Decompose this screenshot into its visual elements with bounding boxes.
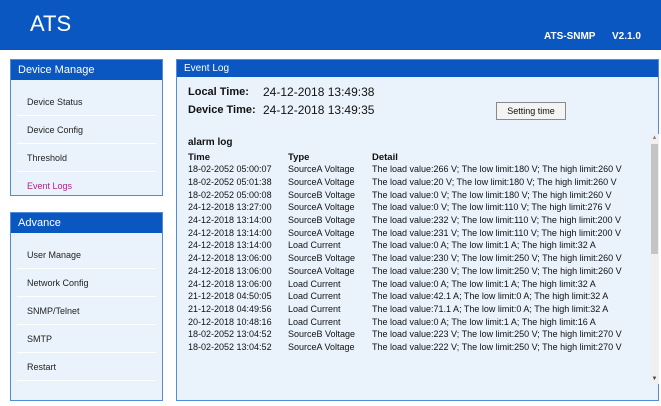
nav-device-config[interactable]: Device Config: [11, 116, 162, 144]
column-header-detail: Detail: [372, 151, 398, 163]
nav-network-config[interactable]: Network Config: [11, 269, 162, 297]
log-time-cell: 18-02-2052 13:04:52: [188, 329, 272, 340]
log-type-cell: SourceA Voltage: [288, 202, 355, 213]
log-time-cell: 24-12-2018 13:14:00: [188, 215, 272, 226]
table-row: 24-12-2018 13:06:00 SourceA Voltage The lo…: [188, 265, 647, 278]
nav-device-status[interactable]: Device Status: [11, 88, 162, 116]
scroll-thumb[interactable]: [651, 144, 658, 254]
log-detail-cell: The load value:222 V; The low limit:250 …: [372, 341, 622, 352]
table-row: 21-12-2018 04:50:05 Load Current The load …: [188, 290, 647, 303]
log-detail-cell: The load value:223 V; The low limit:250 …: [372, 329, 622, 340]
firmware-version: V2.1.0: [612, 31, 641, 42]
table-row: 18-02-2052 05:00:08 SourceB Voltage The lo…: [188, 188, 647, 201]
log-time-cell: 24-12-2018 13:06:00: [188, 265, 272, 276]
log-detail-cell: The load value:231 V; The low limit:110 …: [372, 227, 621, 238]
log-detail-cell: The load value:0 V; The low limit:110 V;…: [372, 202, 611, 213]
log-time-cell: 24-12-2018 13:14:00: [188, 240, 272, 251]
table-row: 24-12-2018 13:14:00 Load Current The load …: [188, 239, 647, 252]
advance-panel: Advance User Manage Network Config SNMP/…: [10, 212, 163, 401]
log-detail-cell: The load value:71.1 A; The low limit:0 A…: [372, 303, 609, 314]
nav-user-manage[interactable]: User Manage: [11, 241, 162, 269]
table-row: 24-12-2018 13:27:00 SourceA Voltage The lo…: [188, 201, 647, 214]
log-detail-cell: The load value:0 A; The low limit:1 A; T…: [372, 278, 596, 289]
log-time-cell: 21-12-2018 04:49:56: [188, 303, 272, 314]
log-type-cell: SourceA Voltage: [288, 227, 355, 238]
log-detail-cell: The load value:42.1 A; The low limit:0 A…: [372, 291, 609, 302]
nav-snmp-telnet[interactable]: SNMP/Telnet: [11, 297, 162, 325]
log-time-cell: 20-12-2018 10:48:16: [188, 316, 272, 327]
log-detail-cell: The load value:230 V; The low limit:250 …: [372, 265, 622, 276]
log-detail-cell: The load value:0 V; The low limit:180 V;…: [372, 189, 612, 200]
model-name: ATS-SNMP: [544, 31, 596, 42]
alarm-log-title: alarm log: [188, 137, 233, 148]
log-detail-cell: The load value:266 V; The low limit:180 …: [372, 164, 622, 175]
advance-header: Advance: [11, 213, 162, 233]
log-time-cell: 24-12-2018 13:06:00: [188, 253, 272, 264]
scroll-up-arrow-icon[interactable]: ▲: [650, 134, 659, 143]
device-manage-header: Device Manage: [11, 60, 162, 80]
log-type-cell: SourceB Voltage: [288, 215, 356, 226]
table-row: 24-12-2018 13:06:00 SourceB Voltage The lo…: [188, 252, 647, 265]
local-time-value: 24-12-2018 13:49:38: [263, 85, 375, 99]
log-time-cell: 18-02-2052 05:00:08: [188, 189, 272, 200]
device-time-value: 24-12-2018 13:49:35: [263, 103, 375, 117]
log-detail-cell: The load value:0 A; The low limit:1 A; T…: [372, 316, 596, 327]
column-header-time: Time: [188, 151, 211, 163]
log-type-cell: Load Current: [288, 316, 341, 327]
column-header-type: Type: [288, 151, 310, 163]
table-row: 24-12-2018 13:06:00 Load Current The load …: [188, 277, 647, 290]
log-time-cell: 18-02-2052 05:00:07: [188, 164, 272, 175]
local-time-label: Local Time:: [188, 86, 249, 98]
table-row: 18-02-2052 05:00:07 SourceA Voltage The lo…: [188, 163, 647, 176]
nav-smtp[interactable]: SMTP: [11, 325, 162, 353]
table-header-row: Time Type Detail: [188, 151, 647, 163]
alarm-log-body: 18-02-2052 05:00:07 SourceA Voltage The lo…: [188, 163, 647, 353]
table-row: 20-12-2018 10:48:16 Load Current The load …: [188, 315, 647, 328]
device-manage-panel: Device Manage Device Status Device Confi…: [10, 59, 163, 200]
log-time-cell: 18-02-2052 13:04:52: [188, 341, 272, 352]
log-detail-cell: The load value:230 V; The low limit:250 …: [372, 253, 622, 264]
log-type-cell: SourceB Voltage: [288, 253, 356, 264]
log-type-cell: SourceB Voltage: [288, 189, 356, 200]
table-row: 18-02-2052 13:04:52 SourceA Voltage The lo…: [188, 341, 647, 354]
device-time-label: Device Time:: [188, 104, 256, 116]
table-row: 24-12-2018 13:14:00 SourceB Voltage The lo…: [188, 214, 647, 227]
table-row: 18-02-2052 13:04:52 SourceB Voltage The lo…: [188, 328, 647, 341]
log-detail-cell: The load value:0 A; The low limit:1 A; T…: [372, 240, 596, 251]
setting-time-button[interactable]: Setting time: [496, 102, 566, 120]
log-detail-cell: The load value:232 V; The low limit:110 …: [372, 215, 621, 226]
top-banner: ATS ATS-SNMP V2.1.0: [0, 0, 661, 50]
brand-logo: ATS: [30, 11, 72, 36]
log-type-cell: Load Current: [288, 278, 341, 289]
log-time-cell: 24-12-2018 13:14:00: [188, 227, 272, 238]
table-row: 18-02-2052 05:01:38 SourceA Voltage The lo…: [188, 176, 647, 189]
log-time-cell: 18-02-2052 05:01:38: [188, 177, 272, 188]
alarm-log-table: Time Type Detail 18-02-2052 05:00:07 Sour…: [188, 151, 647, 353]
log-type-cell: SourceB Voltage: [288, 329, 356, 340]
log-type-cell: SourceA Voltage: [288, 164, 355, 175]
log-time-cell: 24-12-2018 13:27:00: [188, 202, 272, 213]
log-type-cell: SourceA Voltage: [288, 341, 355, 352]
event-log-header: Event Log: [177, 60, 658, 77]
log-time-cell: 21-12-2018 04:50:05: [188, 291, 272, 302]
log-scrollbar[interactable]: ▲ ▼: [650, 134, 659, 384]
nav-threshold[interactable]: Threshold: [11, 144, 162, 172]
event-log-panel: Event Log Local Time: 24-12-2018 13:49:3…: [176, 59, 659, 401]
nav-event-logs[interactable]: Event Logs: [11, 172, 162, 200]
log-detail-cell: The load value:20 V; The low limit:180 V…: [372, 177, 617, 188]
log-type-cell: SourceA Voltage: [288, 177, 355, 188]
nav-restart[interactable]: Restart: [11, 353, 162, 381]
log-time-cell: 24-12-2018 13:06:00: [188, 278, 272, 289]
table-row: 24-12-2018 13:14:00 SourceA Voltage The lo…: [188, 226, 647, 239]
log-type-cell: SourceA Voltage: [288, 265, 355, 276]
log-type-cell: Load Current: [288, 303, 341, 314]
scroll-down-arrow-icon[interactable]: ▼: [650, 375, 659, 384]
log-type-cell: Load Current: [288, 291, 341, 302]
log-type-cell: Load Current: [288, 240, 341, 251]
table-row: 21-12-2018 04:49:56 Load Current The load …: [188, 303, 647, 316]
